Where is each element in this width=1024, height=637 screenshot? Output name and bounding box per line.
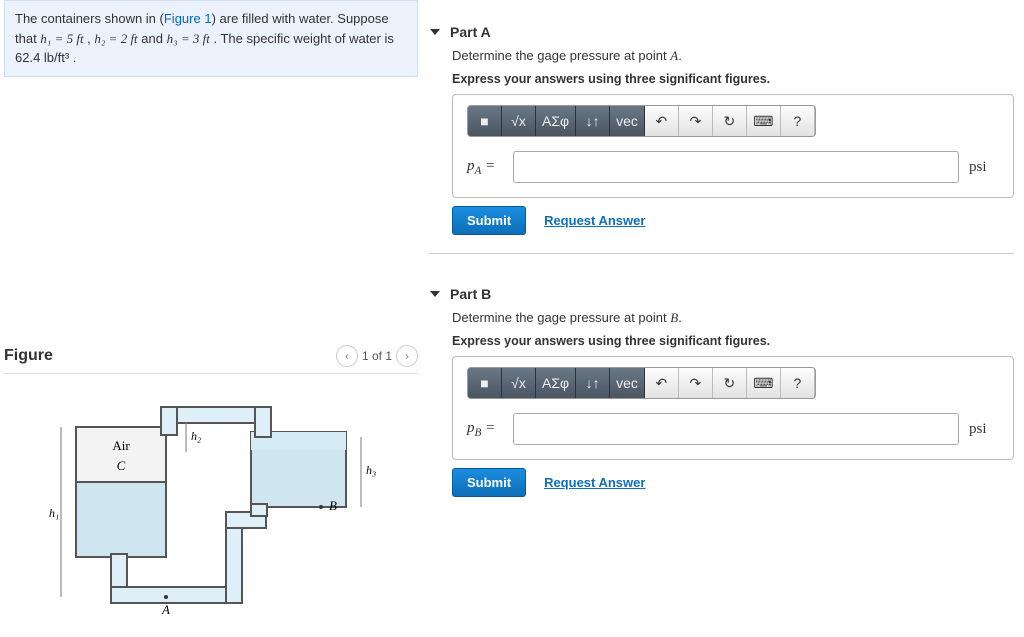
- part-b-unit: psi: [969, 421, 999, 438]
- h1-value: h₁ = 5 ft: [40, 31, 83, 46]
- figure-next-button[interactable]: ›: [396, 345, 418, 367]
- part-a-prompt: Determine the gage pressure at point A.: [452, 48, 1014, 64]
- part-b-prompt: Determine the gage pressure at point B.: [452, 310, 1014, 326]
- vec-icon[interactable]: vec: [610, 368, 645, 398]
- part-a-instruct: Express your answers using three signifi…: [452, 72, 1014, 86]
- svg-text:h₂: h₂: [191, 429, 201, 443]
- greek-icon[interactable]: ΑΣφ: [536, 368, 576, 398]
- svg-text:h₃: h₃: [366, 463, 376, 477]
- part-a-toggle-icon[interactable]: [430, 29, 440, 35]
- subsup-icon[interactable]: ↓↑: [576, 106, 610, 136]
- svg-text:C: C: [117, 458, 126, 473]
- undo-icon[interactable]: ↶: [645, 106, 679, 136]
- part-b-toggle-icon[interactable]: [430, 291, 440, 297]
- part-b-toolbar: ■ √x ΑΣφ ↓↑ vec ↶ ↷ ↻ ⌨ ?: [467, 367, 816, 399]
- part-a-var-label: pA =: [467, 158, 503, 177]
- templates-icon[interactable]: ■: [468, 368, 502, 398]
- figure-title: Figure: [4, 347, 53, 365]
- redo-icon[interactable]: ↷: [679, 368, 713, 398]
- undo-icon[interactable]: ↶: [645, 368, 679, 398]
- part-a-unit: psi: [969, 159, 999, 176]
- subsup-icon[interactable]: ↓↑: [576, 368, 610, 398]
- part-b-answer-input[interactable]: [513, 413, 959, 445]
- redo-icon[interactable]: ↷: [679, 106, 713, 136]
- part-a-answer-input[interactable]: [513, 151, 959, 183]
- part-a-submit-button[interactable]: Submit: [452, 206, 526, 235]
- svg-text:A: A: [161, 602, 170, 617]
- sqrt-icon[interactable]: √x: [502, 368, 536, 398]
- keyboard-icon[interactable]: ⌨: [747, 368, 781, 398]
- problem-statement: The containers shown in (Figure 1) are f…: [4, 0, 418, 77]
- svg-text:h₁: h₁: [49, 506, 59, 520]
- figure-nav-counter: 1 of 1: [362, 349, 392, 363]
- svg-text:B: B: [329, 498, 337, 513]
- vec-icon[interactable]: vec: [610, 106, 645, 136]
- reset-icon[interactable]: ↻: [713, 368, 747, 398]
- templates-icon[interactable]: ■: [468, 106, 502, 136]
- h3-value: h₃ = 3 ft: [167, 31, 210, 46]
- part-b-instruct: Express your answers using three signifi…: [452, 334, 1014, 348]
- keyboard-icon[interactable]: ⌨: [747, 106, 781, 136]
- part-a-toolbar: ■ √x ΑΣφ ↓↑ vec ↶ ↷ ↻ ⌨ ?: [467, 105, 816, 137]
- help-icon[interactable]: ?: [781, 368, 815, 398]
- greek-icon[interactable]: ΑΣφ: [536, 106, 576, 136]
- h2-value: h₂ = 2 ft: [94, 31, 137, 46]
- part-b-request-answer-link[interactable]: Request Answer: [544, 475, 645, 490]
- problem-prefix: The containers shown in (: [15, 11, 164, 26]
- figure-prev-button[interactable]: ‹: [336, 345, 358, 367]
- svg-text:Air: Air: [112, 438, 130, 453]
- part-b-var-label: pB =: [467, 420, 503, 439]
- part-b-title: Part B: [450, 286, 491, 302]
- part-b-submit-button[interactable]: Submit: [452, 468, 526, 497]
- part-a-request-answer-link[interactable]: Request Answer: [544, 213, 645, 228]
- figure-ref-link[interactable]: Figure 1: [164, 11, 212, 26]
- reset-icon[interactable]: ↻: [713, 106, 747, 136]
- part-a-title: Part A: [450, 24, 491, 40]
- divider: [430, 253, 1014, 254]
- sqrt-icon[interactable]: √x: [502, 106, 536, 136]
- help-icon[interactable]: ?: [781, 106, 815, 136]
- figure-diagram: Air C h₁: [4, 392, 418, 622]
